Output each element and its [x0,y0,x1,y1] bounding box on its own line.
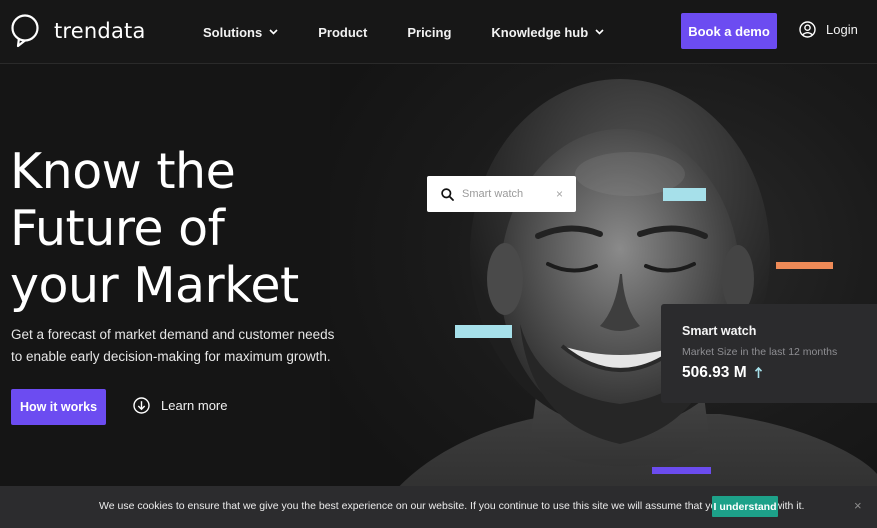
search-widget-text: Smart watch [462,188,524,200]
hero-portrait-image [330,64,877,528]
cookie-message: We use cookies to ensure that we give yo… [99,500,805,512]
how-it-works-button[interactable]: How it works [11,389,106,425]
cookie-banner: We use cookies to ensure that we give yo… [0,486,877,528]
search-icon [441,187,454,201]
hero-title-line: your Market [10,257,299,314]
nav-item-label: Product [318,24,368,40]
arrow-down-circle-icon [133,397,150,414]
hero-subtitle-line: Get a forecast of market demand and cust… [11,327,335,342]
decorative-bar [652,467,711,474]
decorative-bar [663,188,706,201]
user-circle-icon [799,21,816,38]
card-title: Smart watch [682,324,757,338]
close-icon[interactable]: × [556,187,563,201]
trend-up-icon [754,367,763,378]
accept-cookies-button[interactable]: I understand [712,496,778,517]
login-link[interactable]: Login [799,21,858,38]
nav-item-product[interactable]: Product [318,25,367,40]
hero-subtitle-line: to enable early decision-making for maxi… [11,349,331,364]
logo-text: trendata [54,19,146,43]
site-header: trendata Solutions Product Pricing Knowl… [0,0,877,64]
nav-item-label: Knowledge hub [491,24,589,40]
decorative-bar [776,262,833,269]
brand-logo[interactable]: trendata [10,13,146,49]
market-size-value: 506.93 M [682,364,747,381]
market-size-card: Smart watch Market Size in the last 12 m… [661,304,877,403]
nav-item-label: Pricing [407,24,452,40]
login-label: Login [826,22,858,37]
hero-subtitle: Get a forecast of market demand and cust… [11,324,371,368]
hero-title-line: Know the [10,143,236,200]
book-demo-button[interactable]: Book a demo [681,13,777,49]
hero-title-line: Future of [10,200,225,257]
chevron-down-icon [269,29,278,35]
close-icon[interactable]: × [854,498,862,513]
nav-item-pricing[interactable]: Pricing [407,25,451,40]
hero-title: Know the Future of your Market [10,143,350,314]
search-widget[interactable]: Smart watch × [427,176,576,212]
logo-bubble-icon [11,14,39,48]
main-nav: Solutions Product Pricing Knowledge hub [203,22,644,42]
decorative-bar [455,325,512,338]
card-subtitle: Market Size in the last 12 months [682,346,838,358]
nav-item-label: Solutions [203,24,263,40]
nav-item-solutions[interactable]: Solutions [203,25,278,40]
chevron-down-icon [595,29,604,35]
nav-item-knowledge-hub[interactable]: Knowledge hub [491,25,604,40]
learn-more-label: Learn more [161,398,228,413]
learn-more-link[interactable]: Learn more [133,397,227,414]
page: trendata Solutions Product Pricing Knowl… [0,0,877,528]
